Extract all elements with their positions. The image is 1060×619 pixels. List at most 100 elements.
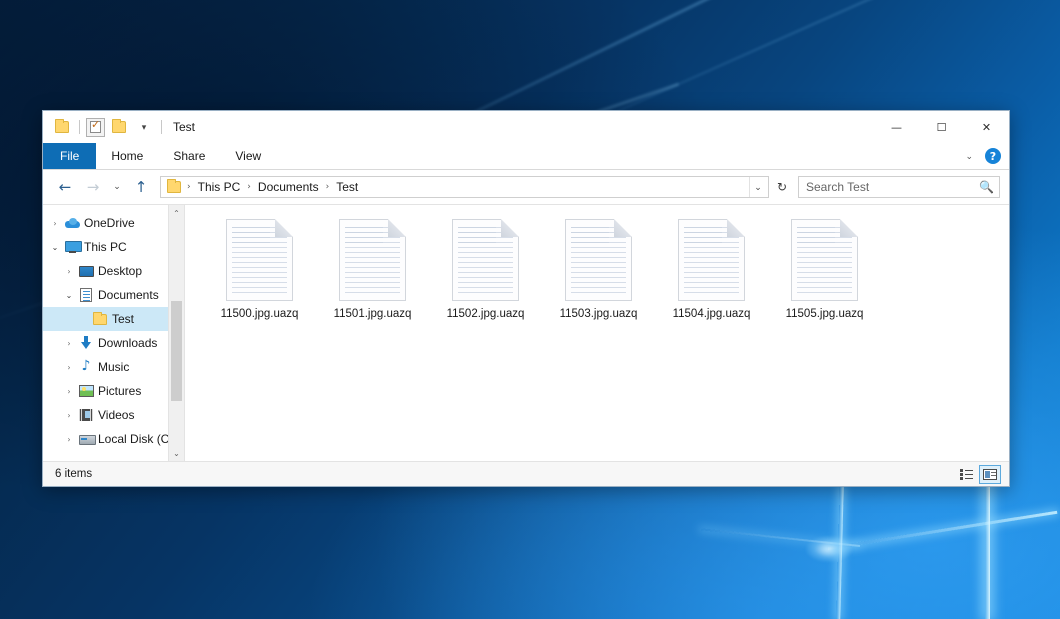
sidebar-item-test[interactable]: Test — [43, 307, 184, 331]
folder-icon — [55, 121, 69, 133]
search-icon[interactable]: 🔍 — [979, 180, 994, 194]
folder-icon — [91, 314, 109, 325]
chevron-down-icon[interactable]: ⌄ — [959, 151, 979, 162]
file-item[interactable]: 11502.jpg.uazq — [429, 217, 542, 320]
file-name-label: 11500.jpg.uazq — [221, 308, 299, 320]
chevron-right-icon[interactable]: › — [61, 339, 77, 348]
qat-new-folder-button[interactable] — [108, 116, 130, 138]
chevron-down-icon[interactable]: ⌄ — [47, 243, 63, 252]
document-icon — [565, 219, 632, 301]
file-explorer-window: ▾ Test — ☐ ✕ File Home Share View ⌄ ? ← … — [42, 110, 1010, 487]
navigation-scrollbar[interactable]: ⌃ ⌄ — [168, 205, 184, 461]
window-controls: — ☐ ✕ — [874, 111, 1009, 143]
document-icon — [452, 219, 519, 301]
navigation-tree: › OneDrive ⌄This PC › Desktop ⌄ Documents Test ›… — [43, 205, 184, 451]
details-view-icon — [960, 469, 973, 480]
chevron-right-icon[interactable]: › — [61, 267, 77, 276]
refresh-button[interactable]: ↻ — [771, 176, 793, 198]
qat-properties-button[interactable] — [86, 118, 105, 137]
recent-locations-button[interactable]: ⌄ — [108, 175, 126, 199]
breadcrumb-separator: › — [325, 182, 331, 192]
breadcrumb-item-documents[interactable]: Documents — [253, 179, 324, 195]
breadcrumb-item-this-pc[interactable]: This PC — [193, 179, 246, 195]
this-pc-icon — [63, 241, 81, 253]
sidebar-item-label: Desktop — [95, 264, 142, 278]
large-icons-view-button[interactable] — [979, 465, 1001, 484]
sidebar-item-label: Videos — [95, 408, 134, 422]
sidebar-item-label: Test — [109, 312, 134, 326]
sidebar-item-music[interactable]: ›♪Music — [43, 355, 184, 379]
toolbar-divider — [79, 120, 80, 134]
breadcrumb: › This PC › Documents › Test — [165, 179, 749, 195]
chevron-down-icon[interactable]: ⌄ — [61, 291, 77, 300]
file-item[interactable]: 11500.jpg.uazq — [203, 217, 316, 320]
toolbar-divider — [161, 120, 162, 134]
sidebar-item-this-pc[interactable]: ⌄This PC — [43, 235, 184, 259]
breadcrumb-item-test[interactable]: Test — [331, 179, 363, 195]
details-view-button[interactable] — [955, 465, 977, 484]
document-icon — [226, 219, 293, 301]
file-grid: 11500.jpg.uazq 11501.jpg.uazq 11502.jpg.ua… — [203, 217, 999, 320]
sidebar-item-label: Pictures — [95, 384, 141, 398]
breadcrumb-separator: › — [246, 182, 252, 192]
disk-icon — [77, 433, 95, 445]
help-icon[interactable]: ? — [985, 148, 1001, 164]
close-button[interactable]: ✕ — [964, 111, 1009, 143]
up-one-level-button[interactable]: ↑ — [128, 175, 154, 199]
ribbon-tab-bar: File Home Share View ⌄ ? — [43, 143, 1009, 170]
sidebar-item-label: Music — [95, 360, 129, 374]
new-folder-icon — [112, 121, 126, 133]
sidebar-item-label: Documents — [95, 288, 159, 302]
tab-file[interactable]: File — [43, 143, 96, 169]
scroll-up-arrow[interactable]: ⌃ — [169, 205, 184, 221]
tab-home[interactable]: Home — [96, 143, 158, 169]
address-dropdown-icon[interactable]: ⌄ — [749, 177, 766, 197]
sidebar-item-documents[interactable]: ⌄ Documents — [43, 283, 184, 307]
file-item[interactable]: 11504.jpg.uazq — [655, 217, 768, 320]
sidebar-item-local-disk-c[interactable]: › Local Disk (C:) — [43, 427, 184, 451]
downloads-icon — [77, 336, 95, 350]
sidebar-item-desktop[interactable]: › Desktop — [43, 259, 184, 283]
search-box[interactable]: 🔍 — [798, 176, 1000, 198]
window-title: Test — [173, 120, 195, 134]
file-item[interactable]: 11501.jpg.uazq — [316, 217, 429, 320]
address-bar[interactable]: › This PC › Documents › Test ⌄ — [160, 176, 769, 198]
file-name-label: 11502.jpg.uazq — [447, 308, 525, 320]
back-button[interactable]: ← — [52, 175, 78, 199]
chevron-right-icon[interactable]: › — [61, 411, 77, 420]
forward-button[interactable]: → — [80, 175, 106, 199]
scroll-down-arrow[interactable]: ⌄ — [169, 445, 184, 461]
chevron-down-icon[interactable]: ▾ — [133, 116, 155, 138]
chevron-right-icon[interactable]: › — [61, 363, 77, 372]
address-toolbar: ← → ⌄ ↑ › This PC › Documents › Test ⌄ ↻… — [43, 170, 1009, 204]
title-bar: ▾ Test — ☐ ✕ — [43, 111, 1009, 143]
chevron-right-icon[interactable]: › — [61, 435, 77, 444]
sidebar-item-label: Local Disk (C:) — [95, 432, 177, 446]
tab-view[interactable]: View — [220, 143, 276, 169]
breadcrumb-separator: › — [186, 182, 192, 192]
qat-folder-icon[interactable] — [51, 116, 73, 138]
maximize-button[interactable]: ☐ — [919, 111, 964, 143]
scrollbar-thumb[interactable] — [171, 301, 182, 401]
file-item[interactable]: 11505.jpg.uazq — [768, 217, 881, 320]
file-list-area[interactable]: 11500.jpg.uazq 11501.jpg.uazq 11502.jpg.ua… — [185, 205, 1009, 461]
document-icon — [791, 219, 858, 301]
sidebar-item-label: Downloads — [95, 336, 157, 350]
sidebar-item-videos[interactable]: › Videos — [43, 403, 184, 427]
file-name-label: 11501.jpg.uazq — [334, 308, 412, 320]
chevron-right-icon[interactable]: › — [61, 387, 77, 396]
file-item[interactable]: 11503.jpg.uazq — [542, 217, 655, 320]
documents-icon — [77, 288, 95, 302]
search-input[interactable] — [806, 180, 979, 194]
sidebar-item-label: OneDrive — [81, 216, 135, 230]
music-icon: ♪ — [77, 360, 95, 374]
minimize-button[interactable]: — — [874, 111, 919, 143]
sidebar-item-downloads[interactable]: › Downloads — [43, 331, 184, 355]
onedrive-icon — [63, 218, 81, 228]
tab-share[interactable]: Share — [158, 143, 220, 169]
file-name-label: 11504.jpg.uazq — [673, 308, 751, 320]
sidebar-item-pictures[interactable]: › Pictures — [43, 379, 184, 403]
file-name-label: 11505.jpg.uazq — [786, 308, 864, 320]
chevron-right-icon[interactable]: › — [47, 219, 63, 228]
sidebar-item-onedrive[interactable]: › OneDrive — [43, 211, 184, 235]
